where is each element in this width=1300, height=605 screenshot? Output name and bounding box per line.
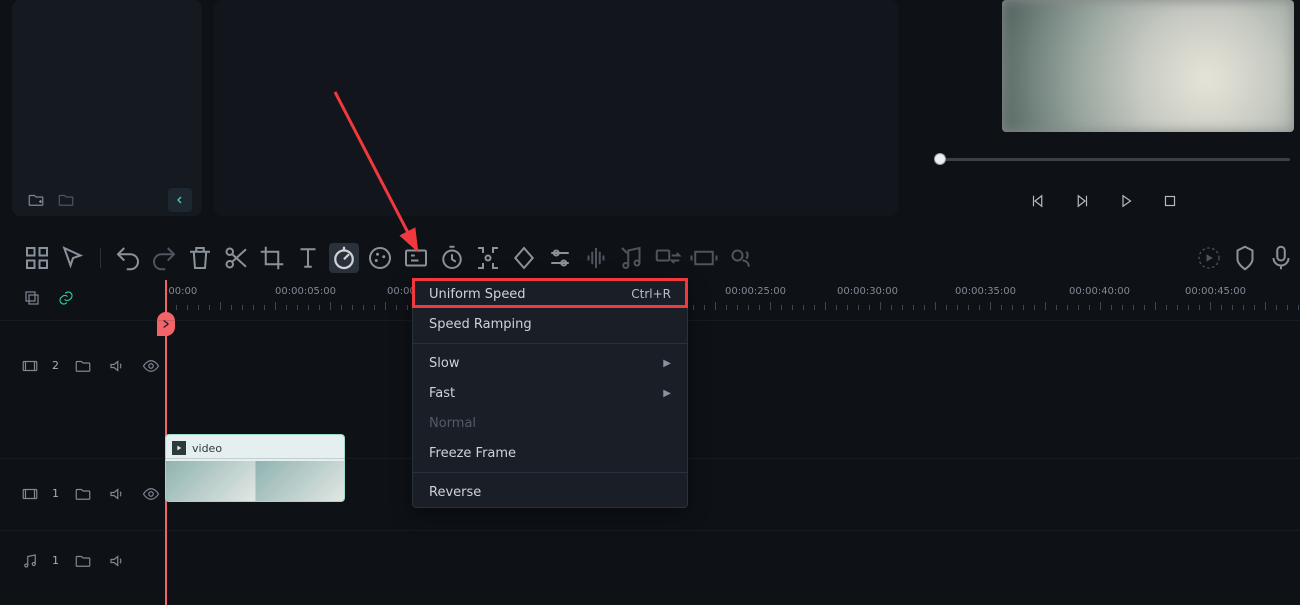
player-video-preview bbox=[1002, 0, 1294, 132]
play-forward-icon[interactable] bbox=[1116, 191, 1136, 211]
track-badge: 2 bbox=[52, 359, 59, 372]
player-scrub-head[interactable] bbox=[934, 153, 946, 165]
voiceover-icon[interactable] bbox=[725, 243, 755, 273]
caption-icon[interactable] bbox=[401, 243, 431, 273]
menu-normal: Normal bbox=[413, 408, 687, 438]
menu-item-label: Fast bbox=[429, 386, 455, 401]
menu-speed-ramping[interactable]: Speed Ramping bbox=[413, 309, 687, 339]
nest-icon[interactable] bbox=[22, 288, 42, 308]
mute-icon[interactable] bbox=[107, 356, 127, 376]
audio-detach-icon[interactable] bbox=[617, 243, 647, 273]
chevron-right-icon: ▶ bbox=[663, 388, 671, 399]
ruler-label: :00:00 bbox=[165, 286, 197, 297]
timer-icon[interactable] bbox=[437, 243, 467, 273]
ruler-label: 00:00:30:00 bbox=[837, 286, 898, 297]
mute-icon[interactable] bbox=[107, 484, 127, 504]
visibility-icon[interactable] bbox=[141, 484, 161, 504]
color-icon[interactable] bbox=[365, 243, 395, 273]
speed-dropdown-menu: Uniform Speed Ctrl+R Speed Ramping Slow … bbox=[412, 278, 688, 508]
audio-level-icon[interactable] bbox=[581, 243, 611, 273]
timeline-ruler[interactable]: :00:0000:00:05:0000:00:100:00:25:0000:00… bbox=[165, 284, 1300, 318]
redo-icon[interactable] bbox=[149, 243, 179, 273]
play-icon[interactable] bbox=[1072, 191, 1092, 211]
text-icon[interactable] bbox=[293, 243, 323, 273]
pointer-icon[interactable] bbox=[58, 243, 88, 273]
timeline-toolbar bbox=[0, 240, 1300, 276]
tracking-icon[interactable] bbox=[473, 243, 503, 273]
ruler-label: 00:00:05:00 bbox=[275, 286, 336, 297]
folder-icon[interactable] bbox=[73, 484, 93, 504]
menu-item-label: Freeze Frame bbox=[429, 446, 516, 461]
track-type-video-icon bbox=[20, 484, 40, 504]
prev-frame-icon[interactable] bbox=[1028, 191, 1048, 211]
ruler-label: 00:00:25:00 bbox=[725, 286, 786, 297]
folder-icon[interactable] bbox=[73, 356, 93, 376]
folder-empty-icon[interactable] bbox=[56, 190, 76, 210]
track-badge: 1 bbox=[52, 554, 59, 567]
collapse-panel-button[interactable] bbox=[168, 188, 192, 212]
menu-separator bbox=[413, 472, 687, 473]
chevron-right-icon: ▶ bbox=[663, 358, 671, 369]
menu-item-label: Uniform Speed bbox=[429, 287, 526, 302]
separator bbox=[100, 248, 101, 268]
folder-add-icon[interactable] bbox=[26, 190, 46, 210]
menu-slow[interactable]: Slow ▶ bbox=[413, 348, 687, 378]
track-type-video-icon bbox=[20, 356, 40, 376]
ruler-label: 00:00:35:00 bbox=[955, 286, 1016, 297]
clip-play-icon bbox=[172, 441, 186, 455]
track-type-audio-icon bbox=[20, 551, 40, 571]
aspect-icon[interactable] bbox=[689, 243, 719, 273]
scissors-icon[interactable] bbox=[221, 243, 251, 273]
mask-icon[interactable] bbox=[509, 243, 539, 273]
menu-freeze-frame[interactable]: Freeze Frame bbox=[413, 438, 687, 468]
delete-icon[interactable] bbox=[185, 243, 215, 273]
track-audio: 1 bbox=[0, 530, 1300, 590]
folder-icon[interactable] bbox=[73, 551, 93, 571]
preview-panel bbox=[214, 0, 898, 216]
track-badge: 1 bbox=[52, 487, 59, 500]
menu-item-label: Reverse bbox=[429, 485, 481, 500]
visibility-icon[interactable] bbox=[141, 356, 161, 376]
ruler-label: 00:00:45:00 bbox=[1185, 286, 1246, 297]
menu-uniform-speed[interactable]: Uniform Speed Ctrl+R bbox=[413, 279, 687, 309]
clip-label: video bbox=[192, 442, 222, 455]
mic-icon[interactable] bbox=[1266, 243, 1296, 273]
player-scrubber[interactable] bbox=[924, 152, 1290, 166]
link-icon[interactable] bbox=[56, 288, 76, 308]
menu-reverse[interactable]: Reverse bbox=[413, 477, 687, 507]
mute-icon[interactable] bbox=[107, 551, 127, 571]
menu-item-shortcut: Ctrl+R bbox=[631, 287, 671, 301]
menu-item-label: Normal bbox=[429, 416, 476, 431]
menu-fast[interactable]: Fast ▶ bbox=[413, 378, 687, 408]
undo-icon[interactable] bbox=[113, 243, 143, 273]
marker-icon[interactable] bbox=[1230, 243, 1260, 273]
crop-icon[interactable] bbox=[257, 243, 287, 273]
render-icon[interactable] bbox=[1194, 243, 1224, 273]
player-scrub-track[interactable] bbox=[940, 158, 1290, 161]
apps-icon[interactable] bbox=[22, 243, 52, 273]
menu-separator bbox=[413, 343, 687, 344]
ruler-label: 00:00:40:00 bbox=[1069, 286, 1130, 297]
menu-item-label: Speed Ramping bbox=[429, 317, 532, 332]
adjust-icon[interactable] bbox=[545, 243, 575, 273]
speed-icon[interactable] bbox=[329, 243, 359, 273]
stop-icon[interactable] bbox=[1160, 191, 1180, 211]
subtitle-sync-icon[interactable] bbox=[653, 243, 683, 273]
menu-item-label: Slow bbox=[429, 356, 459, 371]
